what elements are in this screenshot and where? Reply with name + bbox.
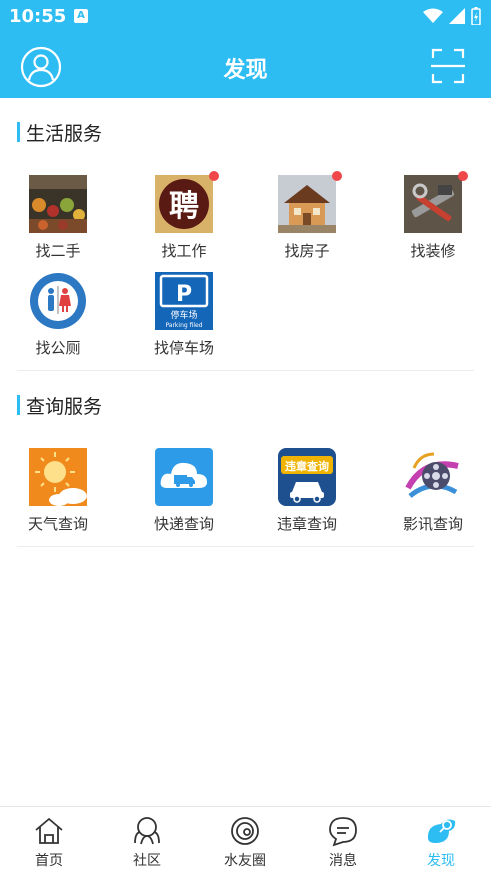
- scan-button[interactable]: [431, 48, 465, 84]
- section-divider: [17, 370, 474, 371]
- grid-item-job[interactable]: 聘 找工作: [134, 171, 234, 261]
- tools-icon: [404, 171, 468, 233]
- tab-label: 发现: [427, 853, 455, 869]
- grid-item-renovation[interactable]: 找装修: [383, 171, 483, 261]
- status-time: 10:55: [9, 6, 67, 27]
- delivery-truck-icon: [155, 448, 213, 506]
- tab-community[interactable]: 社区: [98, 807, 196, 872]
- tab-home[interactable]: 首页: [0, 807, 98, 872]
- section-title: 生活服务: [17, 122, 102, 145]
- title-bar: 发现: [0, 34, 491, 98]
- grid-item-label: 找房子: [284, 242, 330, 260]
- secondhand-market-icon: [29, 175, 87, 233]
- parking-cn-text: 停车场: [170, 309, 197, 321]
- new-badge: [458, 171, 468, 181]
- grid-item-label: 天气查询: [27, 515, 88, 533]
- section-title: 查询服务: [17, 395, 102, 418]
- violation-icon-text: 违章查询: [285, 459, 329, 473]
- tab-label: 首页: [35, 853, 63, 869]
- parking-en-text: Parking filed: [165, 322, 202, 329]
- discover-screen: 10:55 A 发现 生活服务 找二手 聘 找工作 找房子 找装修 找公厕 P …: [0, 0, 491, 872]
- community-icon: [134, 817, 160, 845]
- grid-item-label: 找装修: [410, 242, 456, 260]
- system-icons: [423, 7, 481, 25]
- section-accent-bar: [17, 122, 20, 142]
- status-bar: 10:55 A: [0, 0, 491, 34]
- notification-icon: A: [74, 9, 88, 23]
- weather-icon: [29, 448, 87, 506]
- parking-icon: P 停车场 Parking filed: [155, 272, 213, 330]
- signal-icon: [449, 8, 465, 24]
- new-badge: [332, 171, 342, 181]
- traffic-violation-icon: 违章查询: [278, 448, 336, 506]
- tab-label: 社区: [133, 853, 161, 869]
- grid-item-label: 找二手: [35, 242, 81, 260]
- grid-item-label: 快递查询: [153, 515, 214, 533]
- film-reel-icon: [404, 448, 462, 506]
- tab-messages[interactable]: 消息: [294, 807, 392, 872]
- section-title-text: 查询服务: [26, 395, 103, 418]
- wifi-icon: [423, 8, 443, 23]
- scan-icon: [431, 48, 465, 84]
- message-icon: [329, 817, 357, 847]
- job-recruit-icon: 聘: [155, 171, 219, 233]
- section-title-text: 生活服务: [26, 122, 103, 145]
- grid-item-label: 找工作: [161, 242, 207, 260]
- grid-item-house[interactable]: 找房子: [257, 171, 357, 261]
- grid-item-restroom[interactable]: 找公厕: [8, 272, 108, 358]
- tab-label: 消息: [329, 853, 357, 869]
- restroom-icon: [29, 272, 87, 330]
- battery-icon: [471, 7, 481, 25]
- circle-icon: [231, 817, 259, 845]
- tab-discover[interactable]: 发现: [392, 807, 490, 872]
- grid-item-secondhand[interactable]: 找二手: [8, 175, 108, 261]
- grid-item-label: 找公厕: [35, 339, 81, 357]
- grid-item-label: 影讯查询: [402, 515, 463, 533]
- discover-icon: [427, 819, 456, 843]
- bottom-tab-bar: 首页 社区 水友圈 消息 发现: [0, 806, 491, 872]
- grid-item-film[interactable]: 影讯查询: [383, 448, 483, 534]
- grid-item-delivery[interactable]: 快递查询: [134, 448, 234, 534]
- header: 10:55 A 发现: [0, 0, 491, 98]
- job-icon-text: 聘: [169, 189, 199, 224]
- grid-item-label: 找停车场: [153, 339, 214, 357]
- grid-item-label: 违章查询: [276, 515, 337, 533]
- parking-letter-text: P: [176, 282, 192, 307]
- grid-item-violation[interactable]: 违章查询 违章查询: [257, 448, 357, 534]
- grid-item-parking[interactable]: P 停车场 Parking filed 找停车场: [134, 272, 234, 358]
- new-badge: [209, 171, 219, 181]
- grid-item-weather[interactable]: 天气查询: [8, 448, 108, 534]
- tab-circle[interactable]: 水友圈: [196, 807, 294, 872]
- section-divider: [17, 546, 474, 547]
- page-title: 发现: [223, 58, 268, 83]
- section-accent-bar: [17, 395, 20, 415]
- tab-label: 水友圈: [224, 853, 266, 869]
- house-icon: [278, 171, 342, 233]
- home-icon: [35, 817, 63, 844]
